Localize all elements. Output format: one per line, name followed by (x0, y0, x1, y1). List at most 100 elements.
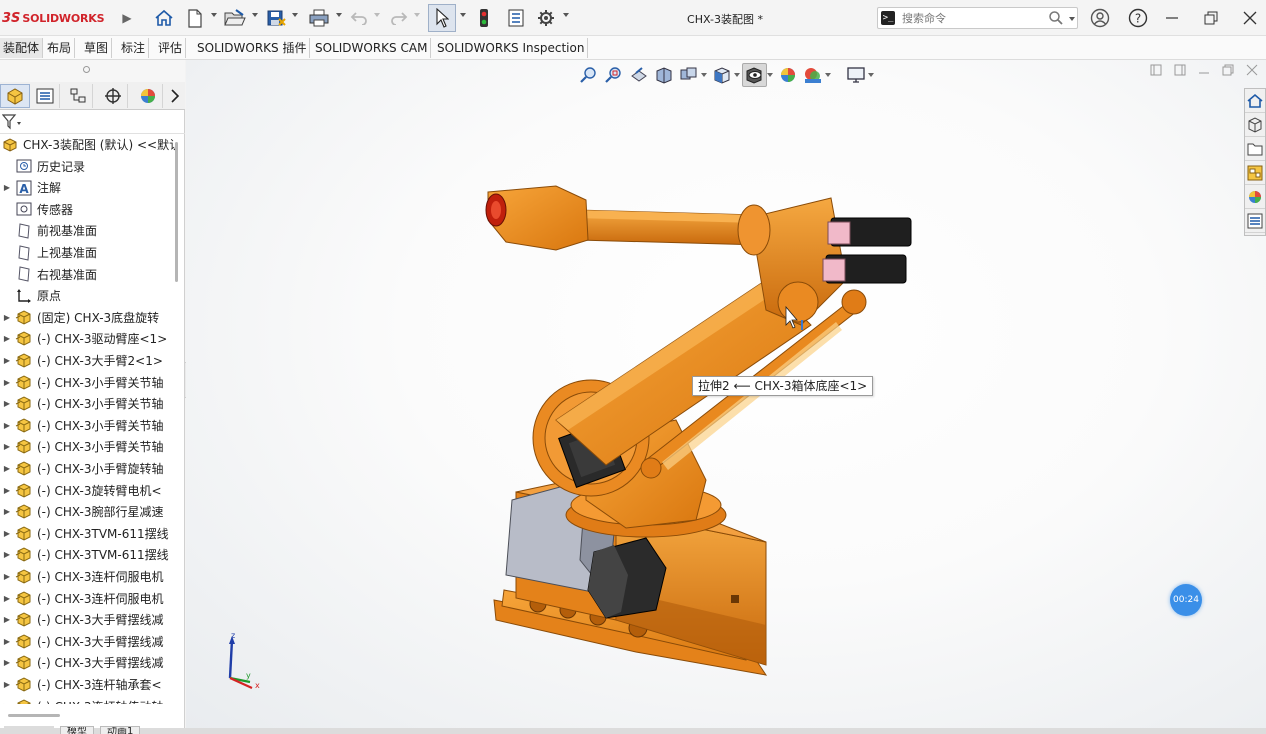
display-style-dropdown-icon[interactable] (767, 63, 775, 87)
expand-arrow-icon[interactable]: ▶ (0, 486, 14, 495)
tree-item[interactable]: ▶ (-) CHX-3腕部行星减速 (0, 501, 175, 522)
options-dropdown-icon[interactable] (563, 13, 569, 17)
expand-arrow-icon[interactable]: ▶ (0, 702, 14, 704)
tab-sketch[interactable]: 草图 (81, 38, 113, 58)
configuration-manager-tab-icon[interactable] (63, 84, 93, 108)
save-icon[interactable] (264, 6, 288, 30)
home-icon[interactable] (152, 6, 176, 30)
expand-arrow-icon[interactable]: ▶ (0, 378, 14, 387)
expand-arrow-icon[interactable]: ▶ (0, 507, 14, 516)
rebuild-icon[interactable] (474, 6, 494, 30)
user-account-icon[interactable] (1088, 7, 1112, 29)
panel-tabs-next-icon[interactable] (165, 84, 185, 108)
viewport-restore-icon[interactable] (1216, 60, 1240, 80)
expand-arrow-icon[interactable]: ▶ (0, 442, 14, 451)
open-dropdown-icon[interactable] (252, 13, 258, 17)
options-gear-icon[interactable] (535, 6, 557, 30)
filter-icon[interactable] (2, 114, 22, 130)
tab-evaluate[interactable]: 评估 (155, 38, 187, 58)
view-settings-dropdown-icon[interactable] (868, 63, 876, 87)
tile-right-icon[interactable] (1168, 60, 1192, 80)
tree-item[interactable]: ▶ (-) CHX-3大手臂2<1> (0, 350, 175, 371)
section-view-icon[interactable] (651, 63, 676, 87)
bottom-nav-arrows[interactable] (4, 726, 54, 734)
view-dropdown-icon[interactable] (701, 63, 709, 87)
redo-dropdown-icon[interactable] (414, 13, 420, 17)
tree-item[interactable]: ▶ (-) CHX-3小手臂关节轴 (0, 436, 175, 457)
edit-appearance-icon[interactable] (775, 63, 800, 87)
tree-item[interactable]: ▶ (-) CHX-3连杆轴承套< (0, 674, 175, 695)
tree-item[interactable]: ▶ (-) CHX-3旋转臂电机< (0, 480, 175, 501)
view-settings-monitor-icon[interactable] (843, 63, 868, 87)
tree-item[interactable]: ▶ (-) CHX-3小手臂关节轴 (0, 415, 175, 436)
tree-item[interactable]: 右视基准面 (0, 264, 175, 285)
expand-arrow-icon[interactable]: ▶ (0, 572, 14, 581)
save-dropdown-icon[interactable] (292, 13, 298, 17)
expand-arrow-icon[interactable]: ▶ (0, 356, 14, 365)
search-commands-box[interactable]: >_ (877, 7, 1078, 29)
tree-item[interactable]: 前视基准面 (0, 220, 175, 241)
panel-pin-icon[interactable] (83, 66, 90, 73)
solidworks-resources-home-icon[interactable] (1245, 89, 1265, 113)
solidworks-logo[interactable]: 3S SOLIDWORKS ▶ (2, 8, 132, 28)
search-input[interactable] (902, 10, 1042, 26)
viewport-minimize-icon[interactable] (1192, 60, 1216, 80)
print-icon[interactable] (306, 6, 332, 30)
expand-arrow-icon[interactable]: ▶ (0, 658, 14, 667)
expand-arrow-icon[interactable]: ▶ (0, 594, 14, 603)
open-icon[interactable] (222, 6, 248, 30)
tree-item[interactable]: ▶ (-) CHX-3大手臂摆线减 (0, 631, 175, 652)
tab-markup[interactable]: 标注 (118, 38, 150, 58)
expand-arrow-icon[interactable]: ▶ (0, 399, 14, 408)
zoom-to-fit-icon[interactable] (576, 63, 601, 87)
tree-item[interactable]: ▶ (-) CHX-3小手臂旋转轴 (0, 458, 175, 479)
close-icon[interactable] (1238, 7, 1262, 29)
select-pointer-icon[interactable] (428, 4, 456, 32)
tree-item[interactable]: ▶ (-) CHX-3大手臂摆线减 (0, 609, 175, 630)
tab-animation[interactable]: 动画1 (100, 726, 141, 734)
redo-icon[interactable] (388, 6, 410, 30)
tree-filter[interactable] (0, 110, 185, 134)
viewport-close-icon[interactable] (1240, 60, 1264, 80)
file-explorer-icon[interactable] (1245, 137, 1265, 161)
tree-item[interactable]: ▶ (-) CHX-3TVM-611摆线 (0, 544, 175, 565)
tree-item[interactable]: ▶ (-) CHX-3TVM-611摆线 (0, 523, 175, 544)
orientation-dropdown-icon[interactable] (734, 63, 742, 87)
graphics-area[interactable]: 拉伸2 ⟵ CHX-3箱体底座<1> 00:24 z y x (186, 60, 1266, 728)
previous-view-icon[interactable] (626, 63, 651, 87)
dimxpert-tab-icon[interactable] (98, 84, 128, 108)
expand-arrow-icon[interactable]: ▶ (0, 529, 14, 538)
new-dropdown-icon[interactable] (211, 13, 217, 17)
tree-item[interactable]: ▶ (固定) CHX-3底盘旋转 (0, 307, 175, 328)
tree-item[interactable]: 传感器 (0, 199, 175, 220)
restore-icon[interactable] (1199, 7, 1223, 29)
tree-item[interactable]: 原点 (0, 285, 175, 306)
feature-manager-tab-icon[interactable] (0, 84, 30, 108)
robot-arm-model[interactable] (476, 120, 916, 680)
tree-item[interactable]: 历史记录 (0, 156, 175, 177)
tree-item[interactable]: ▶ (-) CHX-3驱动臂座<1> (0, 328, 175, 349)
print-dropdown-icon[interactable] (336, 13, 342, 17)
expand-arrow-icon[interactable]: ▶ (0, 313, 14, 322)
tree-item[interactable]: ▶ (-) CHX-3连杆伺服电机 (0, 566, 175, 587)
expand-arrow-icon[interactable]: ▶ (0, 334, 14, 343)
expand-arrow-icon[interactable]: ▶ (0, 183, 14, 192)
expand-arrow-icon[interactable]: ▶ (0, 550, 14, 559)
tab-assembly[interactable]: 装配体 (0, 38, 44, 58)
tree-item[interactable]: ▶ A 注解 (0, 177, 175, 198)
recording-timer-badge[interactable]: 00:24 (1170, 584, 1202, 616)
view-palette-icon[interactable] (1245, 161, 1265, 185)
help-icon[interactable]: ? (1126, 7, 1150, 29)
menu-expand-icon[interactable]: ▶ (122, 11, 131, 25)
custom-properties-icon[interactable] (1245, 209, 1265, 233)
property-manager-tab-icon[interactable] (30, 84, 60, 108)
tree-item[interactable]: ▶ (-) CHX-3连杆伺服电机 (0, 588, 175, 609)
new-document-icon[interactable] (184, 6, 206, 30)
search-dropdown-icon[interactable] (1069, 17, 1075, 21)
tab-layout[interactable]: 布局 (44, 38, 76, 58)
tree-item[interactable]: ▶ (-) CHX-3连杆轴传动轴 (0, 696, 175, 704)
tree-vertical-scrollbar[interactable] (175, 142, 178, 282)
tree-item[interactable]: ▶ (-) CHX-3大手臂摆线减 (0, 652, 175, 673)
undo-dropdown-icon[interactable] (374, 13, 380, 17)
tab-solidworks-addins[interactable]: SOLIDWORKS 插件 (194, 38, 311, 58)
